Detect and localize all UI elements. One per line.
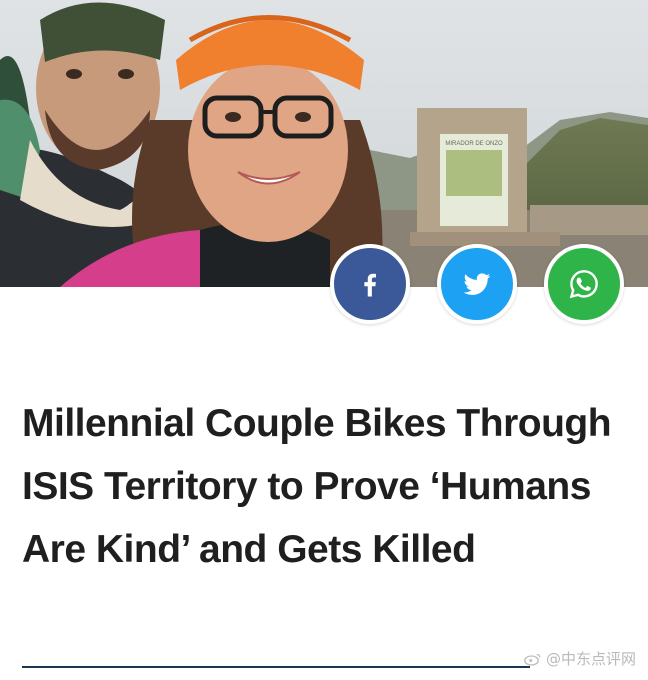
sign-text: MIRADOR DE ONZO xyxy=(445,141,503,147)
article-headline[interactable]: Millennial Couple Bikes Through ISIS Ter… xyxy=(22,392,622,581)
twitter-share-button[interactable] xyxy=(437,244,517,324)
whatsapp-share-button[interactable] xyxy=(544,244,624,324)
divider xyxy=(22,666,530,668)
watermark-text: @中东点评网 xyxy=(545,650,636,668)
share-buttons xyxy=(330,244,624,324)
whatsapp-icon xyxy=(569,270,598,299)
weibo-icon xyxy=(524,653,541,666)
facebook-icon xyxy=(364,273,376,297)
twitter-icon xyxy=(463,273,491,295)
watermark: @中东点评网 xyxy=(524,648,636,669)
facebook-share-button[interactable] xyxy=(330,244,410,324)
